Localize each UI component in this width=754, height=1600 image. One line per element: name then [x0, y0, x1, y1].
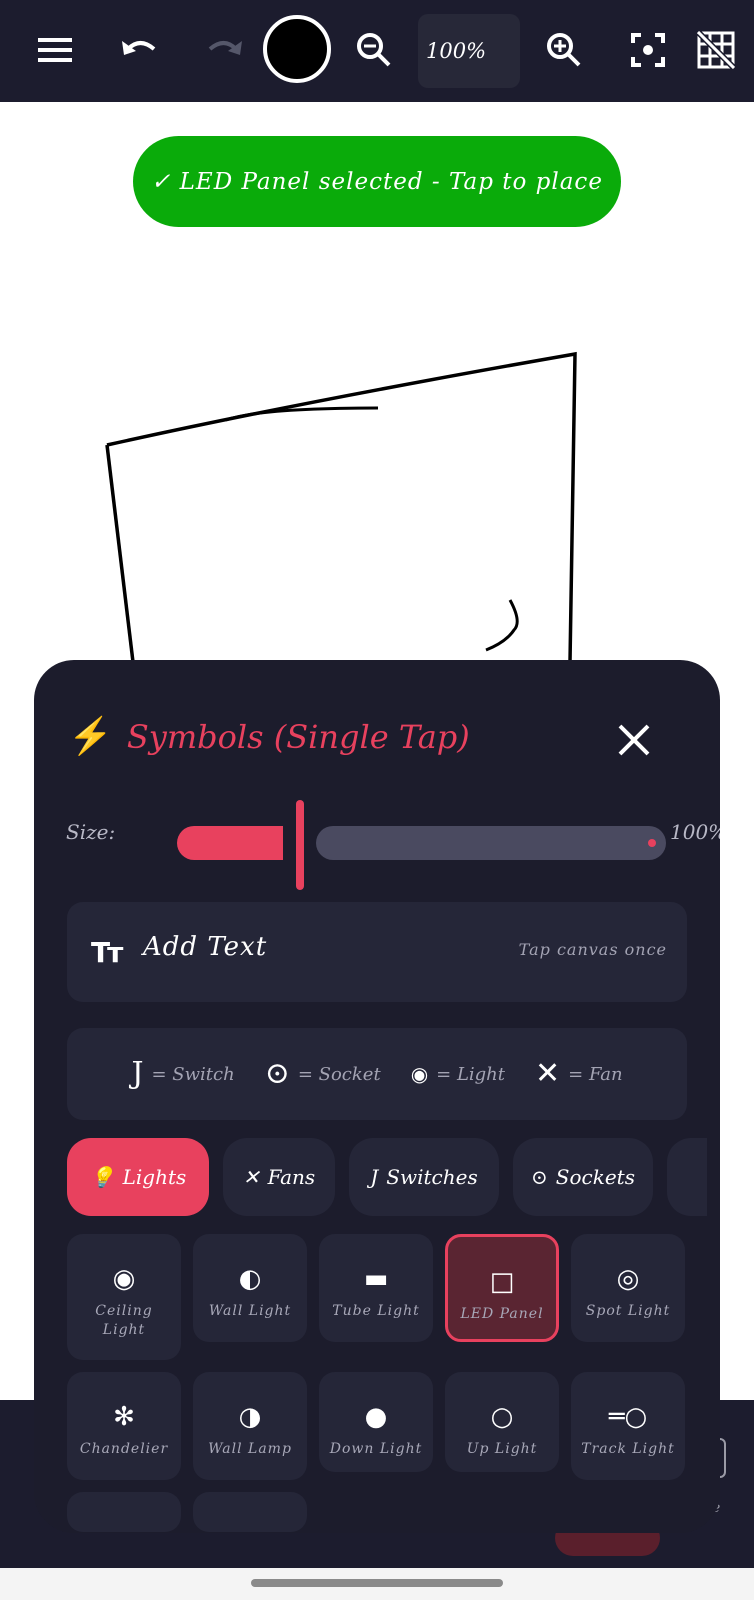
ceiling-light-icon: ◉: [112, 1264, 136, 1294]
wall-lamp-icon: ◑: [238, 1402, 262, 1432]
symbol-down-light[interactable]: ● Down Light: [319, 1372, 433, 1472]
symbol-legend: J = Switch ⊙ = Socket ◉ = Light ✕ = Fan: [67, 1028, 687, 1120]
down-light-icon: ●: [364, 1402, 388, 1432]
tab-label: Switches: [386, 1165, 478, 1189]
home-indicator[interactable]: [251, 1579, 503, 1587]
text-size-icon: Tт: [91, 936, 123, 969]
legend-item: J = Switch: [131, 1059, 234, 1089]
symbol-ceiling-light[interactable]: ◉ Ceiling Light: [67, 1234, 181, 1360]
selection-toast: ✓ LED Panel selected - Tap to place: [133, 136, 621, 227]
legend-text: = Socket: [297, 1063, 381, 1085]
symbol-label: Wall Lamp: [208, 1441, 292, 1457]
fan-icon: ✕: [242, 1165, 260, 1189]
legend-text: = Switch: [151, 1063, 235, 1085]
symbol-label: Up Light: [466, 1441, 538, 1457]
light-icon: ◉: [410, 1062, 429, 1086]
symbol-label: Ceiling Light: [95, 1303, 153, 1338]
symbol-chandelier[interactable]: ✻ Chandelier: [67, 1372, 181, 1480]
size-slider-fill[interactable]: [177, 826, 283, 860]
wall-light-icon: ◐: [238, 1264, 262, 1294]
tab-lights[interactable]: 💡 Lights: [67, 1138, 209, 1216]
top-toolbar: 100%: [0, 0, 754, 102]
symbol-label: Tube Light: [332, 1303, 420, 1319]
legend-text: = Light: [436, 1063, 506, 1085]
symbol-led-panel[interactable]: □ LED Panel: [445, 1234, 559, 1342]
redo-icon[interactable]: [188, 14, 260, 86]
add-text-label: Add Text: [143, 932, 268, 962]
tab-switches[interactable]: J Switches: [349, 1138, 499, 1216]
switch-icon: J: [370, 1165, 379, 1189]
symbol-wall-lamp[interactable]: ◑ Wall Lamp: [193, 1372, 307, 1480]
symbol-label: Spot Light: [585, 1303, 671, 1319]
legend-item: ⊙ = Socket: [265, 1059, 381, 1089]
fit-screen-icon[interactable]: [612, 14, 684, 86]
zoom-out-icon[interactable]: [338, 14, 410, 86]
switch-icon: J: [131, 1056, 144, 1091]
spot-light-icon: ◎: [616, 1264, 640, 1294]
color-swatch[interactable]: [263, 15, 331, 83]
symbol-partial[interactable]: [67, 1492, 181, 1532]
symbol-label: Track Light: [581, 1441, 675, 1457]
tab-fans[interactable]: ✕ Fans: [223, 1138, 335, 1216]
system-nav-bar: [0, 1568, 754, 1600]
symbol-label: Down Light: [329, 1441, 423, 1457]
category-tabs: 💡 Lights ✕ Fans J Switches ⊙ Sockets: [67, 1138, 707, 1218]
size-slider-track[interactable]: [316, 826, 666, 860]
track-light-icon: ═○: [608, 1402, 648, 1432]
size-slider-thumb[interactable]: [296, 800, 304, 890]
symbol-up-light[interactable]: ○ Up Light: [445, 1372, 559, 1472]
tube-light-icon: ▬: [363, 1264, 389, 1294]
size-slider-end-dot: [648, 839, 656, 847]
socket-icon: ⊙: [531, 1165, 548, 1189]
lightning-icon: ⚡: [68, 716, 113, 757]
undo-icon[interactable]: [104, 14, 176, 86]
symbol-tube-light[interactable]: ▬ Tube Light: [319, 1234, 433, 1342]
tab-sockets[interactable]: ⊙ Sockets: [513, 1138, 653, 1216]
size-value: 100%: [670, 820, 720, 844]
legend-item: ✕ = Fan: [535, 1059, 623, 1089]
legend-item: ◉ = Light: [411, 1064, 505, 1085]
add-text-button[interactable]: Tт Add Text Tap canvas once: [67, 902, 687, 1002]
symbol-wall-light[interactable]: ◐ Wall Light: [193, 1234, 307, 1342]
symbol-label: LED Panel: [460, 1306, 544, 1322]
symbols-panel: ⚡ Symbols (Single Tap) Size: 100% Tт Add…: [34, 660, 720, 1533]
zoom-in-icon[interactable]: [528, 14, 600, 86]
add-text-hint: Tap canvas once: [518, 940, 667, 959]
symbol-track-light[interactable]: ═○ Track Light: [571, 1372, 685, 1480]
symbol-label: Wall Light: [208, 1303, 292, 1319]
tab-more[interactable]: [667, 1138, 707, 1216]
up-light-icon: ○: [490, 1402, 514, 1432]
menu-icon[interactable]: [20, 14, 92, 86]
zoom-level[interactable]: 100%: [418, 14, 520, 88]
size-label: Size:: [66, 820, 116, 844]
panel-header: ⚡ Symbols (Single Tap): [68, 718, 470, 756]
symbol-partial[interactable]: [193, 1492, 307, 1532]
close-icon[interactable]: [612, 718, 656, 762]
panel-title: Symbols (Single Tap): [126, 718, 470, 756]
symbol-label: Chandelier: [79, 1441, 169, 1457]
grid-off-icon[interactable]: [680, 14, 752, 86]
bulb-icon: 💡: [89, 1165, 115, 1189]
tab-label: Fans: [267, 1165, 316, 1189]
legend-text: = Fan: [568, 1063, 623, 1085]
fan-icon: ✕: [535, 1056, 561, 1091]
chandelier-icon: ✻: [113, 1402, 135, 1432]
symbol-spot-light[interactable]: ◎ Spot Light: [571, 1234, 685, 1342]
size-control: Size: 100%: [66, 770, 720, 890]
tab-label: Lights: [122, 1165, 187, 1189]
socket-icon: ⊙: [264, 1056, 290, 1091]
led-panel-icon: □: [489, 1267, 515, 1297]
tab-label: Sockets: [555, 1165, 635, 1189]
